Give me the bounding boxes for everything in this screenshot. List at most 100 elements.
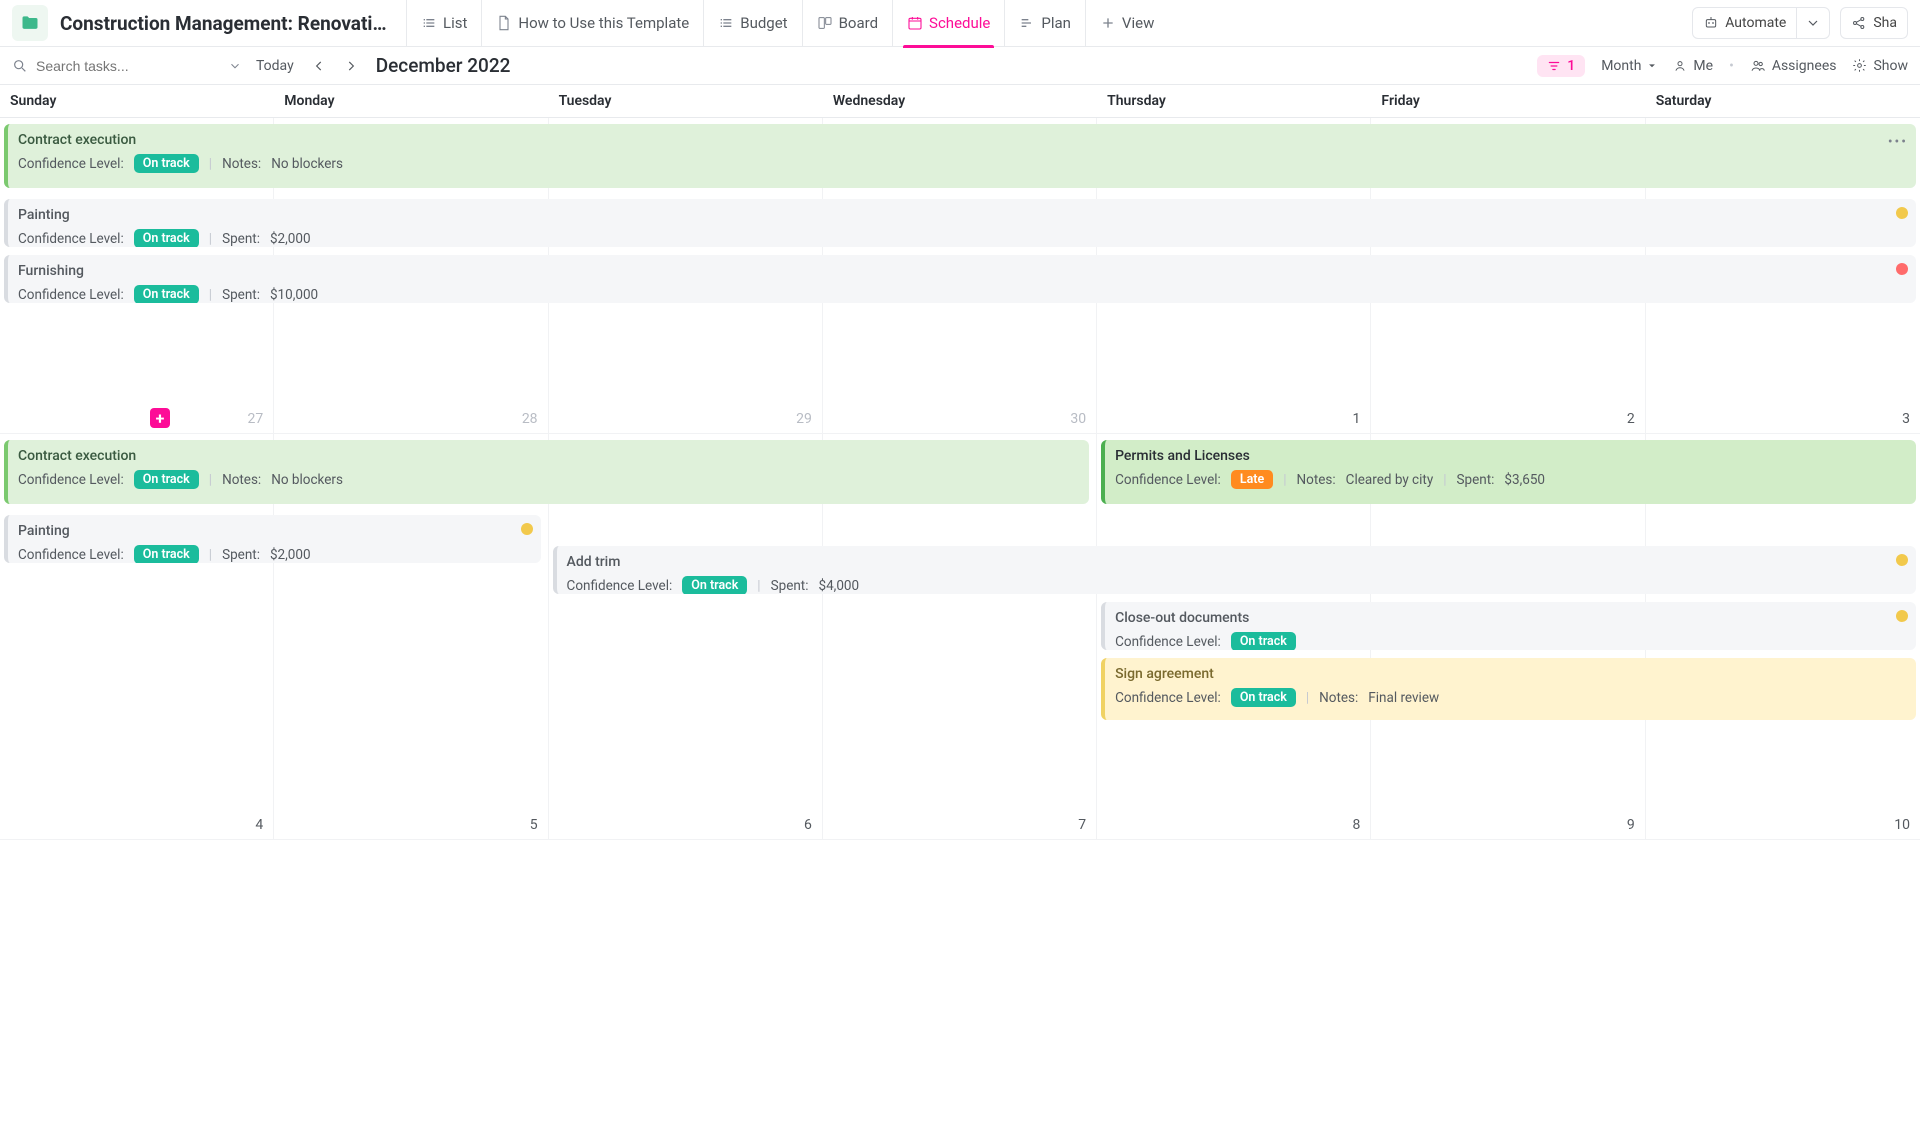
list-icon (421, 15, 437, 31)
day-header: Friday (1371, 85, 1645, 117)
me-filter[interactable]: Me (1673, 58, 1713, 74)
search-wrap[interactable] (12, 58, 242, 74)
calendar-body: + 27 28 29 30 1 2 3 ••• Contract executi… (0, 118, 1920, 840)
today-button[interactable]: Today (256, 58, 294, 74)
status-badge: On track (134, 154, 199, 173)
person-icon (1673, 59, 1687, 73)
day-number: 10 (1894, 817, 1910, 833)
confidence-label: Confidence Level: (18, 472, 124, 488)
day-number: 30 (1070, 411, 1086, 427)
task-furnishing[interactable]: Furnishing Confidence Level: On track | … (4, 255, 1916, 303)
day-header: Sunday (0, 85, 274, 117)
right-controls: 1 Month Me • Assignees Show (1537, 55, 1908, 77)
confidence-label: Confidence Level: (18, 156, 124, 172)
task-add-trim[interactable]: Add trim Confidence Level: On track | Sp… (553, 546, 1916, 594)
tab-addview[interactable]: View (1085, 0, 1168, 47)
spent-label: Spent: (222, 231, 260, 247)
confidence-label: Confidence Level: (18, 547, 124, 563)
viewmode-select[interactable]: Month (1601, 58, 1657, 74)
spent-value: $2,000 (270, 231, 311, 247)
automate-caret[interactable] (1797, 7, 1830, 39)
tab-label: How to Use this Template (518, 14, 689, 32)
month-label[interactable]: December 2022 (376, 54, 511, 77)
list-icon (718, 15, 734, 31)
date-nav (308, 57, 362, 75)
tab-howto[interactable]: How to Use this Template (481, 0, 703, 47)
assignees-filter[interactable]: Assignees (1750, 58, 1837, 74)
task-contract-execution[interactable]: Contract execution Confidence Level: On … (4, 440, 1089, 504)
search-input[interactable] (36, 58, 186, 74)
tab-schedule[interactable]: Schedule (892, 0, 1004, 47)
folder-icon[interactable] (12, 5, 48, 41)
task-title: Sign agreement (1115, 666, 1906, 682)
day-number: 1 (1353, 411, 1361, 427)
spent-value: $2,000 (270, 547, 311, 563)
task-permits[interactable]: Permits and Licenses Confidence Level: L… (1101, 440, 1916, 504)
board-icon (817, 15, 833, 31)
spent-value: $3,650 (1504, 472, 1545, 488)
automate-label: Automate (1725, 15, 1786, 31)
confidence-label: Confidence Level: (1115, 634, 1221, 650)
chevron-down-icon[interactable] (228, 59, 242, 73)
task-title: Painting (18, 207, 1906, 223)
spent-value: $4,000 (819, 578, 860, 594)
plus-icon (1100, 15, 1116, 31)
add-task-button[interactable]: + (150, 408, 170, 428)
day-number: 3 (1902, 411, 1910, 427)
confidence-label: Confidence Level: (1115, 472, 1221, 488)
day-header: Saturday (1646, 85, 1920, 117)
more-icon[interactable]: ••• (1888, 134, 1908, 150)
show-label: Show (1873, 58, 1908, 74)
task-title: Add trim (567, 554, 1906, 570)
task-title: Furnishing (18, 263, 1906, 279)
tab-label: Schedule (929, 14, 990, 32)
show-menu[interactable]: Show (1852, 58, 1908, 74)
tab-list[interactable]: List (406, 0, 481, 47)
tab-board[interactable]: Board (802, 0, 892, 47)
prev-button[interactable] (308, 57, 330, 75)
tab-label: Plan (1041, 14, 1071, 32)
notes-label: Notes: (222, 156, 261, 172)
filter-count: 1 (1567, 58, 1575, 74)
notes-value: Cleared by city (1346, 472, 1434, 488)
status-badge: On track (682, 576, 747, 594)
tab-label: Board (839, 14, 878, 32)
task-title: Permits and Licenses (1115, 448, 1906, 464)
day-number: 27 (248, 411, 264, 427)
automate-button[interactable]: Automate (1692, 7, 1797, 39)
status-dot-icon (1896, 263, 1908, 275)
week-row: 4 5 6 7 8 9 10 Contract execution Confid… (0, 434, 1920, 840)
status-badge: On track (1231, 688, 1296, 707)
task-contract-execution[interactable]: ••• Contract execution Confidence Level:… (4, 124, 1916, 188)
confidence-label: Confidence Level: (18, 231, 124, 247)
tab-budget[interactable]: Budget (703, 0, 801, 47)
status-dot-icon (1896, 207, 1908, 219)
next-button[interactable] (340, 57, 362, 75)
people-icon (1750, 58, 1766, 74)
task-sign-agreement[interactable]: Sign agreement Confidence Level: On trac… (1101, 658, 1916, 720)
calendar-header: Sunday Monday Tuesday Wednesday Thursday… (0, 85, 1920, 118)
tab-plan[interactable]: Plan (1004, 0, 1085, 47)
task-closeout[interactable]: Close-out documents Confidence Level: On… (1101, 602, 1916, 650)
notes-value: No blockers (271, 156, 343, 172)
controlbar: Today December 2022 1 Month Me • Assigne… (0, 47, 1920, 85)
me-label: Me (1693, 58, 1713, 74)
status-badge: On track (134, 545, 199, 563)
notes-label: Notes: (1297, 472, 1336, 488)
gear-icon (1852, 58, 1867, 73)
confidence-label: Confidence Level: (567, 578, 673, 594)
day-number: 4 (255, 817, 263, 833)
caret-down-icon (1647, 61, 1657, 71)
task-painting[interactable]: Painting Confidence Level: On track | Sp… (4, 199, 1916, 247)
page-title[interactable]: Construction Management: Renovatio… (60, 12, 390, 35)
chevron-down-icon (1805, 15, 1821, 31)
doc-icon (496, 15, 512, 31)
spent-label: Spent: (222, 287, 260, 303)
share-button[interactable]: Sha (1840, 7, 1908, 39)
view-tabs: List How to Use this Template Budget Boa… (406, 0, 1168, 46)
task-painting[interactable]: Painting Confidence Level: On track | Sp… (4, 515, 541, 563)
topbar: Construction Management: Renovatio… List… (0, 0, 1920, 47)
viewmode-label: Month (1601, 58, 1641, 74)
status-dot-icon (1896, 610, 1908, 622)
filter-button[interactable]: 1 (1537, 55, 1585, 77)
